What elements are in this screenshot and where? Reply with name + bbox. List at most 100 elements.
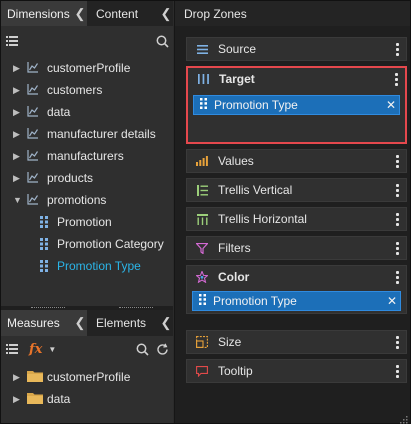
dimension-icon: [27, 105, 43, 120]
remove-field-icon[interactable]: ✕: [383, 98, 399, 112]
drop-zone-trellis-vertical[interactable]: Trellis Vertical: [186, 178, 407, 202]
refresh-icon[interactable]: [155, 342, 169, 356]
caret-right-icon[interactable]: ▶: [13, 63, 23, 74]
drop-zone-color[interactable]: Color Promotion Type ✕: [186, 265, 407, 314]
dimension-icon: [27, 127, 43, 142]
drag-handle-icon[interactable]: [200, 98, 208, 112]
measures-tabbar: Measures ❮ Elements ❮: [1, 310, 173, 336]
remove-field-icon[interactable]: ✕: [384, 294, 400, 308]
tree-item-manufacturers[interactable]: ▶ manufacturers: [1, 145, 173, 167]
tree-item-label: manufacturer details: [47, 127, 156, 141]
tree-item-data[interactable]: ▶ data: [1, 101, 173, 123]
tree-item-label: manufacturers: [47, 149, 124, 163]
splitter-grip-icon: [119, 307, 153, 309]
drop-zone-size[interactable]: Size: [186, 330, 407, 354]
splitter-grip-icon: [31, 307, 65, 309]
target-icon: [196, 74, 210, 84]
drop-zone-values[interactable]: Values: [186, 149, 407, 173]
tree-item-promotions[interactable]: ▼ promotions: [1, 189, 173, 211]
drop-zones-header: Drop Zones: [175, 1, 410, 26]
tab-content[interactable]: Content ❮: [87, 1, 173, 26]
tree-item-label: customerProfile: [47, 61, 131, 75]
tree-leaf-promotion-category[interactable]: Promotion Category: [1, 233, 173, 255]
drag-handle-icon[interactable]: [199, 294, 207, 308]
tree-item-products[interactable]: ▶ products: [1, 167, 173, 189]
caret-down-icon[interactable]: ▼: [13, 195, 23, 205]
drop-zones-panel: Drop Zones Source Target Promotion Type …: [174, 1, 410, 424]
list-view-icon[interactable]: [5, 342, 19, 356]
more-options-icon[interactable]: [388, 154, 406, 168]
tree-item-label: data: [47, 105, 71, 119]
drop-zone-trellis-horizontal[interactable]: Trellis Horizontal: [186, 207, 407, 231]
collapse-chevron-icon[interactable]: ❮: [73, 6, 87, 22]
more-options-icon[interactable]: [388, 270, 406, 284]
drop-zone-label: Color: [218, 270, 250, 284]
resize-grip-icon[interactable]: [400, 413, 408, 424]
caret-right-icon[interactable]: ▶: [13, 85, 23, 96]
folder-customerprofile[interactable]: ▶ customerProfile: [1, 366, 173, 388]
folder-label: data: [47, 392, 71, 406]
source-icon: [195, 44, 209, 54]
search-icon[interactable]: [135, 342, 149, 356]
more-options-icon[interactable]: [388, 42, 406, 56]
zone-gap: [186, 319, 407, 330]
tab-measures-label: Measures: [7, 316, 60, 330]
drop-zone-label: Source: [218, 42, 257, 56]
drop-zone-label: Values: [218, 154, 254, 168]
drop-zone-filters[interactable]: Filters: [186, 236, 407, 260]
field-pill[interactable]: Promotion Type ✕: [193, 95, 400, 115]
caret-right-icon[interactable]: ▶: [13, 107, 23, 118]
tooltip-icon: [195, 365, 209, 377]
tree-leaf-promotion-type[interactable]: Promotion Type: [1, 255, 173, 277]
more-options-icon[interactable]: [388, 241, 406, 255]
measures-panel: Measures ❮ Elements ❮ fx ▼ ▶ customerPro…: [1, 310, 173, 410]
attribute-icon: [37, 259, 51, 273]
tree-item-manufacturer-details[interactable]: ▶ manufacturer details: [1, 123, 173, 145]
folder-icon: [27, 369, 43, 385]
tab-elements[interactable]: Elements ❮: [87, 310, 173, 336]
folder-data[interactable]: ▶ data: [1, 388, 173, 410]
tab-dimensions[interactable]: Dimensions ❮: [1, 1, 87, 26]
folder-icon: [27, 391, 43, 407]
tab-measures[interactable]: Measures ❮: [1, 310, 87, 336]
collapse-chevron-icon[interactable]: ❮: [73, 315, 87, 331]
caret-right-icon[interactable]: ▶: [13, 151, 23, 162]
folder-label: customerProfile: [47, 370, 131, 384]
tree-item-customers[interactable]: ▶ customers: [1, 79, 173, 101]
drop-zone-label: Tooltip: [218, 364, 253, 378]
search-icon[interactable]: [155, 34, 169, 48]
more-options-icon[interactable]: [388, 364, 406, 378]
dimensions-toolbar: [1, 26, 173, 56]
drop-zone-tooltip[interactable]: Tooltip: [186, 359, 407, 383]
tree-leaf-label: Promotion: [57, 215, 112, 229]
size-icon: [195, 336, 209, 348]
collapse-chevron-icon[interactable]: ❮: [159, 315, 173, 331]
dimension-icon: [27, 171, 43, 186]
tree-leaf-label: Promotion Category: [57, 237, 164, 251]
dropdown-caret-icon[interactable]: ▼: [48, 345, 56, 354]
tree-item-label: customers: [47, 83, 103, 97]
color-icon: [195, 271, 209, 283]
tree-leaf-promotion[interactable]: Promotion: [1, 211, 173, 233]
collapse-chevron-icon[interactable]: ❮: [159, 6, 173, 22]
more-options-icon[interactable]: [388, 212, 406, 226]
attribute-icon: [37, 215, 51, 229]
tree-item-label: products: [47, 171, 94, 185]
more-options-icon[interactable]: [388, 335, 406, 349]
drop-zone-source[interactable]: Source: [186, 37, 407, 61]
caret-right-icon[interactable]: ▶: [13, 394, 23, 405]
caret-right-icon[interactable]: ▶: [13, 173, 23, 184]
list-view-icon[interactable]: [5, 34, 19, 48]
drop-zone-label: Trellis Vertical: [218, 183, 293, 197]
field-pill-label: Promotion Type: [214, 98, 298, 112]
caret-right-icon[interactable]: ▶: [13, 372, 23, 383]
tree-item-customerprofile[interactable]: ▶ customerProfile: [1, 57, 173, 79]
more-options-icon[interactable]: [387, 72, 405, 86]
caret-right-icon[interactable]: ▶: [13, 129, 23, 140]
function-icon[interactable]: fx: [29, 342, 42, 357]
drop-zone-label: Target: [219, 72, 255, 86]
more-options-icon[interactable]: [388, 183, 406, 197]
field-pill[interactable]: Promotion Type ✕: [192, 291, 401, 311]
drop-zone-target[interactable]: Target Promotion Type ✕: [186, 66, 407, 144]
drop-zones-title: Drop Zones: [184, 6, 247, 21]
